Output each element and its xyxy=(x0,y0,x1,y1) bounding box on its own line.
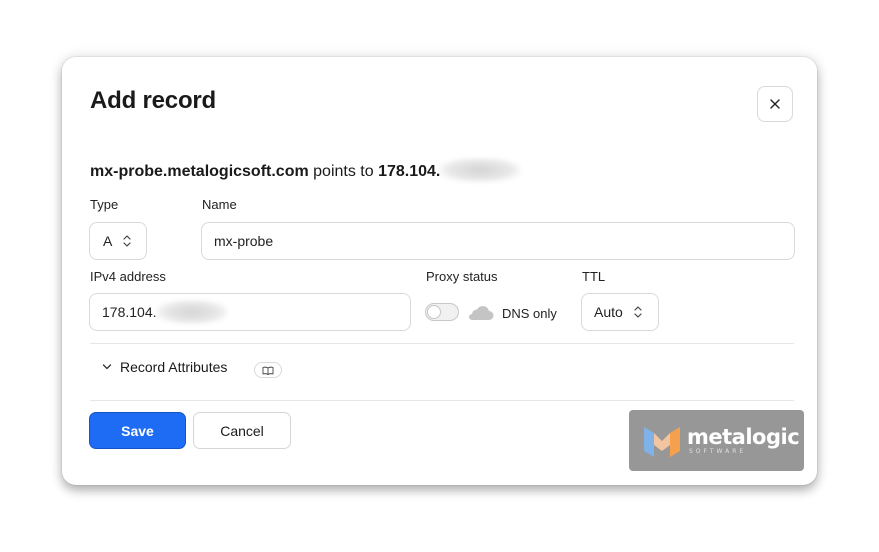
ttl-select[interactable]: Auto xyxy=(581,293,659,331)
name-input[interactable]: mx-probe xyxy=(201,222,795,260)
cloud-icon xyxy=(469,306,494,320)
divider xyxy=(90,400,794,401)
watermark-tagline: SOFTWARE xyxy=(689,448,747,455)
chevron-down-icon xyxy=(102,364,112,370)
metalogic-logo-icon xyxy=(644,426,680,457)
proxy-status-text: DNS only xyxy=(502,306,557,321)
docs-badge[interactable] xyxy=(254,362,282,378)
toggle-knob xyxy=(427,305,441,319)
ipv4-value: 178.104. xyxy=(102,304,157,320)
record-attributes-toggle[interactable]: Record Attributes xyxy=(102,359,227,375)
summary-ip: 178.104. xyxy=(378,163,441,180)
chevron-updown-icon xyxy=(123,235,131,247)
ttl-label: TTL xyxy=(582,269,606,284)
cancel-button[interactable]: Cancel xyxy=(193,412,291,449)
proxy-status-label: Proxy status xyxy=(426,269,498,284)
metalogic-watermark: metalogic SOFTWARE xyxy=(629,410,804,471)
redacted-ipv4-blur xyxy=(156,300,227,324)
save-button[interactable]: Save xyxy=(89,412,186,449)
record-summary: mx-probe.metalogicsoft.com points to 178… xyxy=(90,158,521,182)
book-icon xyxy=(262,366,274,375)
divider xyxy=(90,343,794,344)
redacted-ip-blur xyxy=(440,158,521,182)
ipv4-label: IPv4 address xyxy=(90,269,166,284)
watermark-brand: metalogic xyxy=(687,425,800,449)
type-select[interactable]: A xyxy=(89,222,147,260)
close-icon xyxy=(770,99,780,109)
proxy-toggle[interactable] xyxy=(425,303,459,321)
chevron-updown-icon xyxy=(634,306,642,318)
close-button[interactable] xyxy=(757,86,793,122)
ipv4-input[interactable]: 178.104. xyxy=(89,293,411,331)
record-attributes-label: Record Attributes xyxy=(120,359,228,375)
name-value: mx-probe xyxy=(214,233,274,249)
name-label: Name xyxy=(202,197,237,212)
ttl-value: Auto xyxy=(594,304,623,320)
dialog-title: Add record xyxy=(90,87,217,114)
type-value: A xyxy=(103,233,113,249)
summary-points-to: points to xyxy=(308,163,379,180)
type-label: Type xyxy=(90,197,119,212)
summary-hostname: mx-probe.metalogicsoft.com xyxy=(90,163,309,180)
